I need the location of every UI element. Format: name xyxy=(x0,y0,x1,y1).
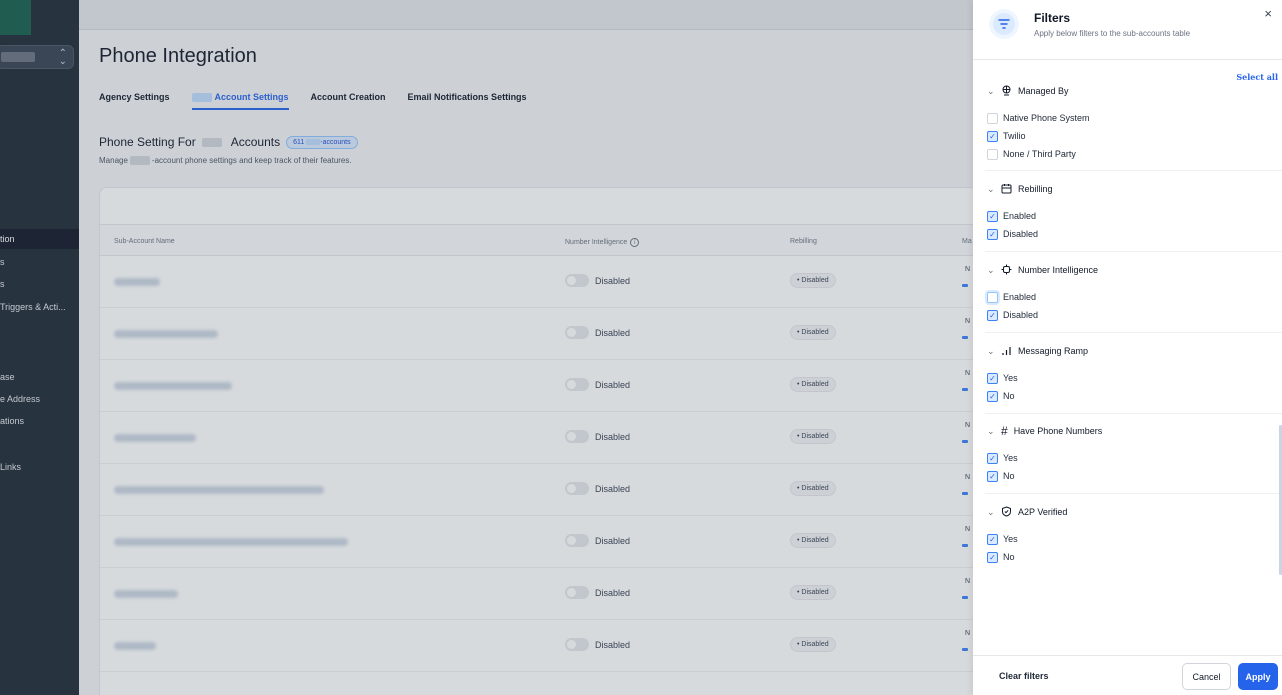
group-header[interactable]: ⌄ Messaging Ramp xyxy=(987,343,1277,359)
option-label: Native Phone System xyxy=(1003,113,1090,123)
modal-backdrop[interactable] xyxy=(0,0,973,695)
checkbox-checked[interactable]: ✓ xyxy=(987,390,998,402)
checkbox-checked[interactable]: ✓ xyxy=(987,533,998,545)
option-disabled[interactable]: ✓ Disabled xyxy=(987,225,1277,243)
shield-check-icon xyxy=(1001,505,1012,519)
filter-group-have-phone-numbers: ⌄ # Have Phone Numbers ✓ Yes ✓ No xyxy=(987,423,1277,485)
group-header[interactable]: ⌄ Managed By xyxy=(987,83,1277,99)
checkbox-checked[interactable]: ✓ xyxy=(987,130,998,142)
option-label: Yes xyxy=(1003,453,1018,463)
chevron-down-icon: ⌄ xyxy=(987,425,995,436)
group-label: Rebilling xyxy=(1018,184,1053,194)
filter-group-messaging-ramp: ⌄ Messaging Ramp ✓ Yes ✓ No xyxy=(987,343,1277,405)
option-label: Disabled xyxy=(1003,310,1039,320)
option-enabled[interactable]: Enabled xyxy=(987,288,1277,306)
option-label: Yes xyxy=(1003,373,1018,383)
signal-bars-icon xyxy=(1001,345,1012,358)
option-label: Enabled xyxy=(1003,211,1037,221)
cancel-button[interactable]: Cancel xyxy=(1182,663,1231,690)
apply-button[interactable]: Apply xyxy=(1238,663,1278,690)
divider xyxy=(985,332,1282,333)
option-no[interactable]: ✓ No xyxy=(987,387,1277,405)
option-yes[interactable]: ✓ Yes xyxy=(987,369,1277,387)
option-label: Yes xyxy=(1003,534,1018,544)
checkbox-checked[interactable]: ✓ xyxy=(987,452,998,464)
chevron-down-icon: ⌄ xyxy=(987,506,995,517)
divider xyxy=(985,413,1282,414)
select-all-link[interactable]: Select all xyxy=(1236,72,1278,82)
filters-drawer: Filters Apply below filters to the sub-a… xyxy=(973,0,1282,695)
option-label: No xyxy=(1003,391,1015,401)
checkbox-checked[interactable]: ✓ xyxy=(987,372,998,384)
chevron-down-icon: ⌄ xyxy=(987,345,995,356)
filters-title: Filters xyxy=(1034,11,1071,25)
app-root: ⌃ ⌄ tion s s Triggers & Acti... ase e Add… xyxy=(0,0,1282,695)
clear-filters-button[interactable]: Clear filters xyxy=(999,671,1049,681)
close-icon[interactable]: × xyxy=(1264,6,1272,21)
checkbox[interactable] xyxy=(987,112,998,124)
option-label: None / Third Party xyxy=(1003,149,1076,159)
divider xyxy=(985,170,1282,171)
group-label: Messaging Ramp xyxy=(1018,346,1089,356)
group-label: Number Intelligence xyxy=(1018,265,1099,275)
checkbox[interactable] xyxy=(987,291,998,303)
option-no[interactable]: ✓ No xyxy=(987,467,1277,485)
group-label: A2P Verified xyxy=(1018,507,1068,517)
option-label: Enabled xyxy=(1003,292,1037,302)
option-none-third-party[interactable]: None / Third Party xyxy=(987,145,1277,163)
filter-group-rebilling: ⌄ Rebilling ✓ Enabled ✓ Disabled xyxy=(987,181,1277,243)
chevron-down-icon: ⌄ xyxy=(987,183,995,194)
filter-group-number-intelligence: ⌄ Number Intelligence Enabled ✓ Disabled xyxy=(987,262,1277,324)
option-yes[interactable]: ✓ Yes xyxy=(987,530,1277,548)
group-header[interactable]: ⌄ Number Intelligence xyxy=(987,262,1277,278)
option-twilio[interactable]: ✓ Twilio xyxy=(987,127,1277,145)
option-yes[interactable]: ✓ Yes xyxy=(987,449,1277,467)
option-disabled[interactable]: ✓ Disabled xyxy=(987,306,1277,324)
group-header[interactable]: ⌄ A2P Verified xyxy=(987,504,1277,520)
option-native-phone-system[interactable]: Native Phone System xyxy=(987,109,1277,127)
checkbox-checked[interactable]: ✓ xyxy=(987,470,998,482)
group-label: Have Phone Numbers xyxy=(1013,426,1103,436)
option-no[interactable]: ✓ No xyxy=(987,548,1277,566)
divider xyxy=(985,493,1282,494)
chevron-down-icon: ⌄ xyxy=(987,85,995,96)
checkbox[interactable] xyxy=(987,148,998,160)
checkbox-checked[interactable]: ✓ xyxy=(987,309,998,321)
filter-group-a2p-verified: ⌄ A2P Verified ✓ Yes ✓ No xyxy=(987,504,1277,566)
option-label: Disabled xyxy=(1003,229,1039,239)
filters-footer: Clear filters Cancel Apply xyxy=(973,655,1282,695)
filters-subtitle: Apply below filters to the sub-accounts … xyxy=(1034,29,1191,38)
option-label: No xyxy=(1003,552,1015,562)
option-label: No xyxy=(1003,471,1015,481)
checkbox-checked[interactable]: ✓ xyxy=(987,228,998,240)
group-label: Managed By xyxy=(1018,86,1069,96)
option-label: Twilio xyxy=(1003,131,1026,141)
filter-group-managed-by: ⌄ Managed By Native Phone System ✓ Twilio… xyxy=(987,83,1277,163)
checkbox-checked[interactable]: ✓ xyxy=(987,210,998,222)
chevron-down-icon: ⌄ xyxy=(987,264,995,275)
chip-icon xyxy=(1001,264,1012,277)
filters-header: Filters Apply below filters to the sub-a… xyxy=(973,0,1282,60)
group-header[interactable]: ⌄ Rebilling xyxy=(987,181,1277,197)
hash-icon: # xyxy=(1001,424,1008,438)
option-enabled[interactable]: ✓ Enabled xyxy=(987,207,1277,225)
filter-icon xyxy=(989,9,1019,39)
group-header[interactable]: ⌄ # Have Phone Numbers xyxy=(987,423,1277,439)
divider xyxy=(985,251,1282,252)
checkbox-checked[interactable]: ✓ xyxy=(987,551,998,563)
globe-icon xyxy=(1001,85,1012,98)
calendar-icon xyxy=(1001,183,1012,196)
